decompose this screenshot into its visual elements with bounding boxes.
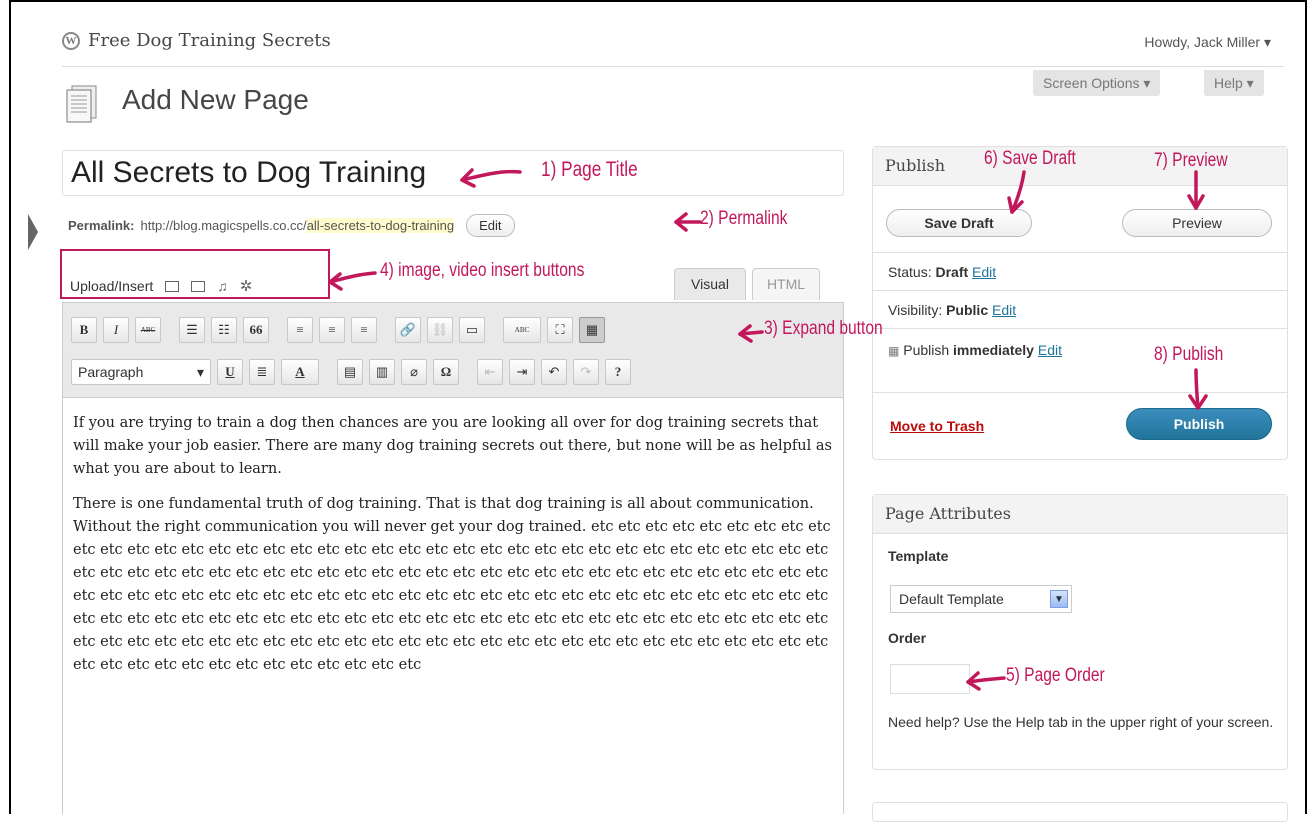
wordpress-logo-icon: W [62, 31, 80, 50]
next-metabox [872, 802, 1288, 822]
insert-more-button[interactable]: ▭ [459, 317, 485, 343]
bold-button[interactable]: B [71, 317, 97, 343]
header-divider [62, 66, 1284, 67]
align-left-button[interactable]: ≡ [287, 317, 313, 343]
align-center-button[interactable]: ≡ [319, 317, 345, 343]
kitchen-sink-expand-button[interactable]: ▦ [579, 317, 605, 343]
site-title-text[interactable]: Free Dog Training Secrets [88, 30, 331, 51]
page-attributes-title: Page Attributes [873, 495, 1287, 534]
annotation-publish: 8) Publish [1154, 344, 1224, 365]
template-select-value: Default Template [899, 591, 1004, 607]
move-to-trash-link[interactable]: Move to Trash [890, 418, 984, 434]
paste-text-button[interactable]: ▤ [337, 359, 363, 385]
permalink-slug[interactable]: all-secrets-to-dog-training [306, 218, 455, 233]
upload-insert-label: Upload/Insert [70, 278, 154, 294]
visibility-label: Visibility: [888, 302, 943, 318]
blockquote-button[interactable]: 66 [243, 317, 269, 343]
outdent-button[interactable]: ⇤ [477, 359, 503, 385]
collapse-arrow-icon[interactable] [28, 214, 38, 250]
site-title[interactable]: W Free Dog Training Secrets [62, 30, 331, 51]
calendar-icon: ▦ [888, 344, 900, 358]
status-edit-link[interactable]: Edit [972, 264, 996, 280]
annotation-preview: 7) Preview [1154, 150, 1228, 171]
order-input[interactable] [890, 664, 970, 694]
italic-button[interactable]: I [103, 317, 129, 343]
schedule-edit-link[interactable]: Edit [1038, 342, 1062, 358]
attributes-help-text: Need help? Use the Help tab in the upper… [888, 714, 1274, 730]
help-button[interactable]: Help ▾ [1204, 70, 1264, 96]
text-color-button[interactable]: A [281, 359, 319, 385]
save-draft-button[interactable]: Save Draft [886, 209, 1032, 237]
annotation-permalink: 2) Permalink [700, 208, 788, 229]
divider [872, 328, 1288, 329]
editor-content[interactable]: If you are trying to train a dog then ch… [62, 398, 844, 814]
page-icon [66, 85, 97, 123]
screen-options-button[interactable]: Screen Options ▾ [1033, 70, 1161, 96]
format-select[interactable]: Paragraph ▾ [71, 359, 211, 385]
help-icon[interactable]: ? [605, 359, 631, 385]
divider [872, 252, 1288, 253]
bullet-list-button[interactable]: ☰ [179, 317, 205, 343]
fullscreen-button[interactable]: ⛶ [547, 317, 573, 343]
justify-button[interactable]: ≣ [249, 359, 275, 385]
undo-button[interactable]: ↶ [541, 359, 567, 385]
chevron-down-icon: ▾ [196, 363, 204, 380]
clear-formatting-button[interactable]: ⌀ [401, 359, 427, 385]
editor-paragraph: If you are trying to train a dog then ch… [73, 415, 832, 477]
special-character-button[interactable]: Ω [433, 359, 459, 385]
template-label: Template [888, 548, 949, 564]
indent-button[interactable]: ⇥ [509, 359, 535, 385]
unlink-button[interactable]: ⛓ [427, 317, 453, 343]
numbered-list-button[interactable]: ☷ [211, 317, 237, 343]
publish-button[interactable]: Publish [1126, 408, 1272, 440]
paste-word-button[interactable]: ▥ [369, 359, 395, 385]
preview-button[interactable]: Preview [1122, 209, 1272, 237]
editor-toolbar: B I ABC ☰ ☷ 66 ≡ ≡ ≡ 🔗 ⛓ ▭ ABC ⛶ ▦ Parag… [62, 302, 844, 398]
toolbar-row-1: B I ABC ☰ ☷ 66 ≡ ≡ ≡ 🔗 ⛓ ▭ ABC ⛶ ▦ [71, 317, 605, 343]
format-select-value: Paragraph [78, 364, 144, 380]
user-greeting[interactable]: Howdy, Jack Miller ▾ [1144, 34, 1271, 51]
divider [872, 392, 1288, 393]
tab-visual[interactable]: Visual [674, 268, 746, 300]
add-media-icon[interactable]: ✲ [240, 277, 253, 295]
redo-button[interactable]: ↷ [573, 359, 599, 385]
template-select[interactable]: Default Template ▼ [890, 585, 1072, 613]
visibility-value: Public [946, 302, 989, 318]
order-label: Order [888, 630, 927, 646]
toolbar-row-2: Paragraph ▾ U ≣ A ▤ ▥ ⌀ Ω ⇤ ⇥ ↶ ↷ ? [71, 359, 631, 385]
add-image-icon[interactable] [165, 280, 180, 292]
annotation-expand: 3) Expand button [764, 318, 883, 339]
page-title: Add New Page [122, 84, 309, 115]
permalink-row: Permalink: http://blog.magicspells.co.cc… [68, 214, 515, 237]
annotation-save-draft: 6) Save Draft [984, 148, 1076, 169]
chevron-down-icon: ▼ [1050, 590, 1068, 608]
annotation-page-title: 1) Page Title [541, 158, 638, 181]
underline-button[interactable]: U [217, 359, 243, 385]
permalink-edit-button[interactable]: Edit [466, 214, 515, 237]
upload-insert-bar: Upload/Insert ♫ ✲ [70, 277, 252, 295]
annotation-insert: 4) image, video insert buttons [380, 260, 585, 281]
align-right-button[interactable]: ≡ [351, 317, 377, 343]
permalink-base: http://blog.magicspells.co.cc/ [140, 218, 307, 233]
tab-html[interactable]: HTML [752, 268, 820, 300]
divider [872, 290, 1288, 291]
publish-value: immediately [953, 342, 1034, 358]
spellcheck-button[interactable]: ABC [503, 317, 541, 343]
schedule-row: ▦ Publish immediately Edit [888, 342, 1062, 358]
editor-paragraph: There is one fundamental truth of dog tr… [73, 496, 831, 673]
title-input[interactable]: All Secrets to Dog Training [62, 150, 844, 196]
permalink-label: Permalink: [68, 218, 135, 233]
insert-link-button[interactable]: 🔗 [395, 317, 421, 343]
status-label: Status: [888, 264, 932, 280]
status-value: Draft [935, 264, 969, 280]
annotation-page-order: 5) Page Order [1006, 665, 1105, 686]
add-audio-icon[interactable]: ♫ [217, 278, 228, 294]
publish-label: Publish [903, 342, 950, 358]
visibility-row: Visibility: Public Edit [888, 302, 1016, 318]
add-video-icon[interactable] [191, 280, 206, 292]
strikethrough-button[interactable]: ABC [135, 317, 161, 343]
visibility-edit-link[interactable]: Edit [992, 302, 1016, 318]
status-row: Status: Draft Edit [888, 264, 996, 280]
